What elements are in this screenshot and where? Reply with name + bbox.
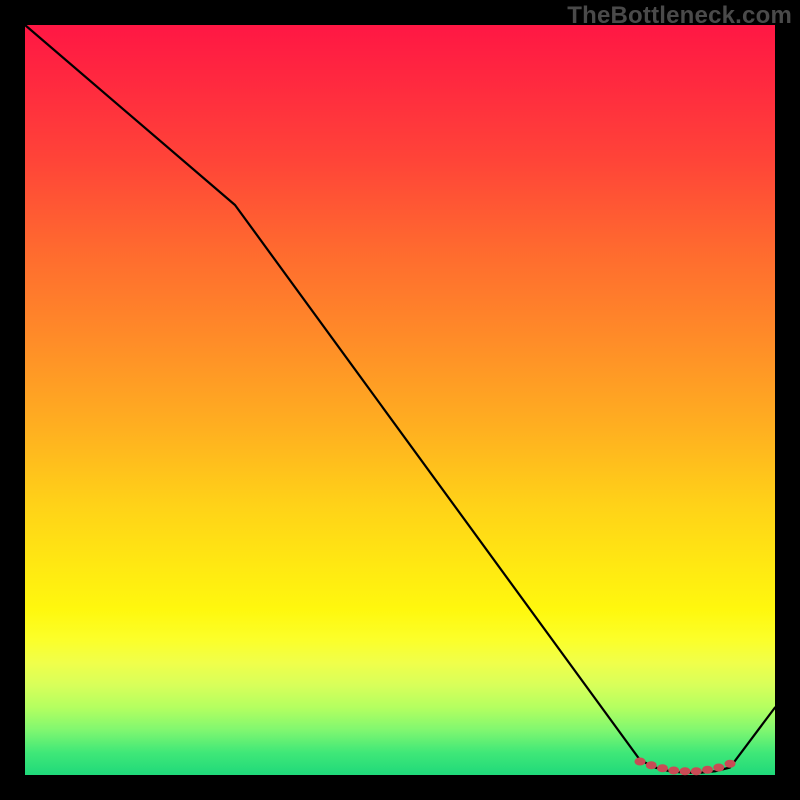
emphasis-dot xyxy=(702,766,713,774)
emphasis-dot xyxy=(691,767,702,775)
emphasis-dot xyxy=(725,760,736,768)
marker-group xyxy=(635,758,736,776)
emphasis-dot xyxy=(657,764,668,772)
emphasis-dot xyxy=(646,761,657,769)
emphasis-dot xyxy=(713,764,724,772)
emphasis-dot xyxy=(680,767,691,775)
emphasis-dot xyxy=(668,767,679,775)
chart-container: TheBottleneck.com xyxy=(0,0,800,800)
line-series xyxy=(25,25,775,773)
emphasis-dot xyxy=(635,758,646,766)
chart-svg xyxy=(25,25,775,775)
value-curve-path xyxy=(25,25,775,773)
